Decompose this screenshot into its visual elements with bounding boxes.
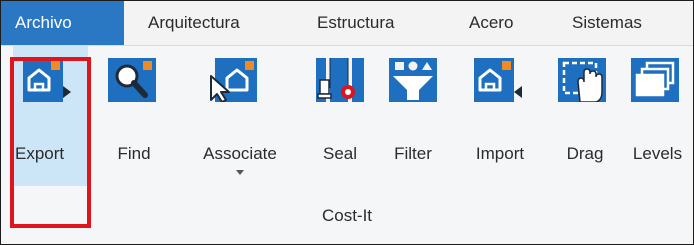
export-label: Export	[15, 144, 65, 163]
tab-arquitectura[interactable]: Arquitectura	[148, 1, 240, 45]
filter-label: Filter	[394, 144, 432, 163]
seal-button[interactable]: Seal	[310, 46, 370, 186]
panel-title: Cost-It	[321, 206, 373, 225]
seal-label: Seal	[322, 144, 358, 163]
associate-button[interactable]: Associate	[185, 46, 295, 186]
export-icon	[23, 58, 71, 102]
find-button[interactable]: Find	[98, 46, 170, 186]
import-button[interactable]: Import	[458, 46, 542, 186]
associate-icon	[210, 58, 257, 102]
drag-button[interactable]: Drag	[552, 46, 618, 186]
ribbon-tab-bar: Archivo Arquitectura Estructura Acero Si…	[1, 1, 693, 46]
levels-icon	[631, 58, 679, 102]
tab-acero[interactable]: Acero	[469, 1, 513, 45]
drag-icon	[558, 58, 606, 102]
levels-button[interactable]: Levels	[622, 46, 693, 186]
seal-icon	[316, 58, 364, 102]
find-icon	[108, 58, 156, 102]
tab-archivo[interactable]: Archivo	[1, 1, 124, 45]
filter-button[interactable]: Filter	[377, 46, 449, 186]
find-label: Find	[117, 144, 151, 163]
cost-it-panel: Export Find Associate Seal Filter Import…	[1, 46, 693, 244]
tab-estructura[interactable]: Estructura	[317, 1, 394, 45]
ribbon-window: Archivo Arquitectura Estructura Acero Si…	[0, 0, 694, 245]
associate-label: Associate	[203, 144, 277, 163]
filter-icon	[389, 58, 437, 102]
export-button[interactable]: Export	[13, 46, 88, 186]
chevron-down-icon[interactable]	[236, 170, 244, 175]
levels-label: Levels	[632, 144, 683, 163]
import-label: Import	[475, 144, 525, 163]
tab-sistemas[interactable]: Sistemas	[572, 1, 642, 45]
drag-label: Drag	[566, 144, 604, 163]
import-icon	[474, 58, 522, 102]
